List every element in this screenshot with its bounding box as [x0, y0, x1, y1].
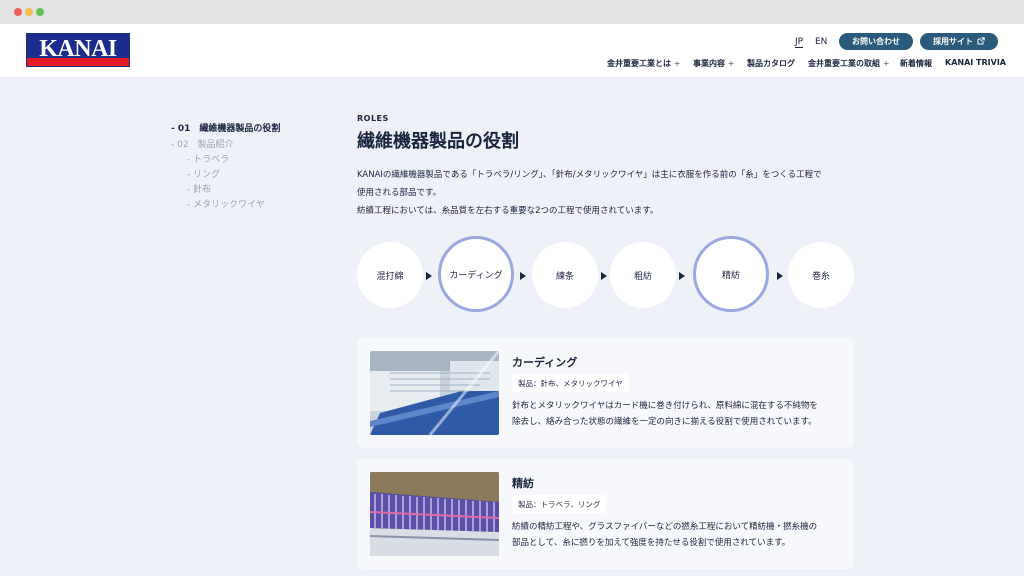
flow-step-label: 粗紡 [633, 271, 652, 282]
flow-step-label: カーディング [449, 270, 503, 281]
recruit-button-label: 採用サイト [933, 37, 973, 46]
card-desc-line: 部品として、糸に撚りを加えて強度を持たせる役割で使用されています。 [512, 538, 791, 548]
triangle-right-icon [520, 272, 526, 280]
flow-step-spinning: 精紡 [693, 236, 769, 312]
plus-icon: + [882, 59, 890, 68]
plus-icon: + [727, 59, 735, 68]
flow-step-label: 混打綿 [376, 271, 404, 282]
nav-trivia-label: KANAI TRIVIA [945, 58, 1006, 67]
plus-icon: + [673, 59, 681, 68]
nav-news-label: 新着情報 [900, 59, 932, 68]
intro-line: KANAIの繊維機器製品である「トラベラ/リング」、「針布/メタリックワイヤ」は… [357, 170, 822, 180]
lang-en-link[interactable]: EN [815, 37, 827, 47]
nav-catalog[interactable]: 製品カタログ [747, 58, 795, 69]
card-title: カーディング [512, 356, 578, 369]
browser-chrome [0, 0, 1024, 24]
triangle-right-icon [426, 272, 432, 280]
nav-business-label: 事業内容 [693, 59, 725, 68]
nav-about[interactable]: 金井重要工業とは + [607, 58, 681, 69]
flow-step-carding: カーディング [438, 236, 514, 312]
card-desc-line: 除去し、絡み合った状態の繊維を一定の向きに揃える役割で使用されています。 [512, 417, 817, 427]
contact-button[interactable]: お問い合わせ [839, 33, 913, 50]
nav-about-label: 金井重要工業とは [607, 59, 671, 68]
product-tag: 製品：針布、メタリックワイヤ [512, 374, 629, 392]
flow-step-label: 練条 [555, 271, 574, 282]
nav-trivia[interactable]: KANAI TRIVIA [945, 58, 1006, 67]
kanai-logo[interactable]: KANAI [26, 33, 130, 67]
process-card-carding: カーディング 製品：針布、メタリックワイヤ 針布とメタリックワイヤはカード機に巻… [357, 338, 854, 448]
flow-step-winding: 巻糸 [788, 242, 854, 308]
toc-item-roles[interactable]: - 01 繊維機器製品の役割 [171, 121, 280, 134]
nav-news[interactable]: 新着情報 [900, 58, 932, 69]
toc-sub-metallic-wire[interactable]: - メタリックワイヤ [187, 197, 265, 210]
flow-step-label: 精紡 [721, 270, 740, 281]
nav-initiatives-label: 金井重要工業の取組 [808, 59, 880, 68]
product-tag: 製品：トラベラ、リング [512, 495, 607, 513]
card-description: 針布とメタリックワイヤはカード機に巻き付けられ、原料綿に混在する不純物を 除去し… [512, 398, 842, 430]
flow-step-blowing: 混打綿 [357, 242, 423, 308]
toc-sub-traveller[interactable]: - トラベラ [187, 152, 229, 165]
intro-line: 使用される部品です。 [357, 188, 442, 198]
section-eyebrow: ROLES [357, 114, 389, 123]
flow-step-roving: 粗紡 [610, 242, 676, 308]
toc-sub-ring[interactable]: - リング [187, 167, 220, 180]
card-desc-line: 紡績の精紡工程や、グラスファイバーなどの撚糸工程において精紡機・撚糸機の [512, 522, 818, 532]
site-header: KANAI JP EN お問い合わせ 採用サイト 金井重要工業とは + 事業内容… [0, 24, 1024, 78]
intro-line: 紡績工程においては、糸品質を左右する重要な2つの工程で使用されています。 [357, 206, 659, 216]
toc-item-products[interactable]: - 02 製品紹介 [171, 137, 234, 150]
page-title: 繊維機器製品の役割 [357, 131, 519, 152]
external-link-icon [977, 36, 985, 47]
triangle-right-icon [777, 272, 783, 280]
flow-step-drawing: 練条 [532, 242, 598, 308]
lang-jp-link[interactable]: JP [795, 37, 804, 48]
spinning-machine-photo [370, 472, 499, 556]
intro-text: KANAIの繊維機器製品である「トラベラ/リング」、「針布/メタリックワイヤ」は… [357, 166, 857, 220]
triangle-right-icon [601, 272, 607, 280]
card-title: 精紡 [512, 477, 534, 490]
nav-initiatives[interactable]: 金井重要工業の取組 + [808, 58, 890, 69]
card-desc-line: 針布とメタリックワイヤはカード機に巻き付けられ、原料綿に混在する不純物を [512, 401, 818, 411]
contact-button-label: お問い合わせ [852, 37, 900, 46]
maximize-window-dot[interactable] [36, 8, 44, 16]
recruit-site-button[interactable]: 採用サイト [920, 33, 998, 50]
close-window-dot[interactable] [14, 8, 22, 16]
nav-business[interactable]: 事業内容 + [693, 58, 735, 69]
carding-machine-photo [370, 351, 499, 435]
flow-step-label: 巻糸 [811, 271, 830, 282]
process-card-spinning: 精紡 製品：トラベラ、リング 紡績の精紡工程や、グラスファイバーなどの撚糸工程に… [357, 459, 854, 569]
process-flow: 混打綿 カーディング 練条 粗紡 精紡 巻糸 [357, 236, 854, 312]
triangle-right-icon [679, 272, 685, 280]
minimize-window-dot[interactable] [25, 8, 33, 16]
toc-sub-card-clothing[interactable]: - 針布 [187, 182, 211, 195]
card-description: 紡績の精紡工程や、グラスファイバーなどの撚糸工程において精紡機・撚糸機の 部品と… [512, 519, 842, 551]
logo-text: KANAI [39, 36, 117, 62]
nav-catalog-label: 製品カタログ [747, 59, 795, 68]
